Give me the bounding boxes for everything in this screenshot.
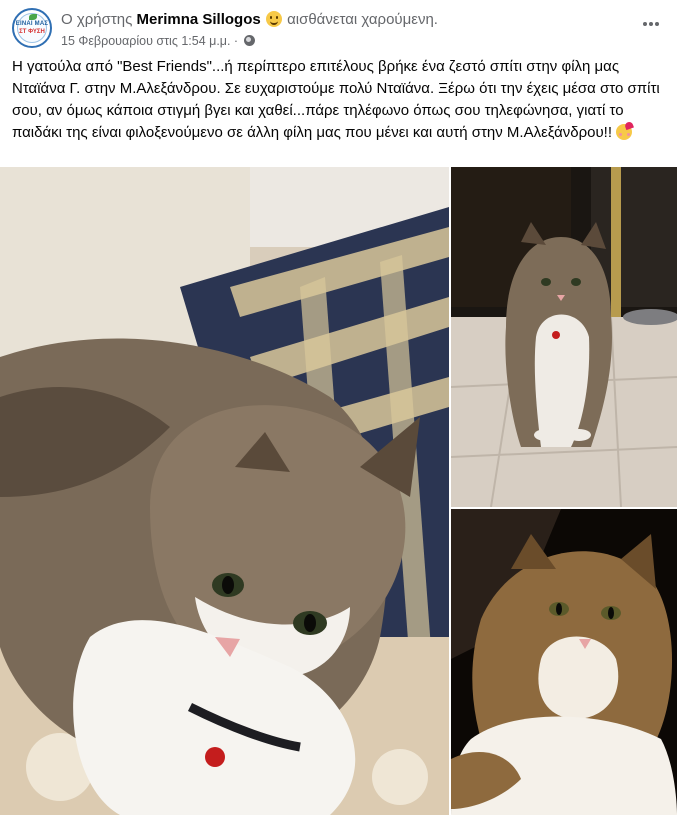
dot-icon — [655, 22, 659, 26]
facebook-post: ΕΙΝΑΙ ΜΑΣ ΣΤ ΦΥΣΗ Ο χρήστης Merimna Sill… — [0, 0, 677, 815]
post-meta: 15 Φεβρουαρίου στις 1:54 μ.μ. · — [61, 33, 255, 49]
more-options-button[interactable] — [637, 14, 665, 34]
avatar-logo-text-top: ΕΙΝΑΙ ΜΑΣ — [15, 21, 49, 27]
globe-icon[interactable] — [243, 35, 255, 46]
cat-photo-large — [0, 167, 449, 815]
photo-cat-standing[interactable] — [451, 167, 677, 507]
smiling-face-with-hearts-icon — [616, 124, 633, 140]
photo-grid — [0, 167, 677, 815]
avatar-logo-text-bottom: ΣΤ ΦΥΣΗ — [19, 29, 45, 35]
photo-cat-lying-on-cushion[interactable] — [0, 167, 449, 815]
post-header-line: Ο χρήστης Merimna Sillogos αισθάνεται χα… — [61, 10, 438, 30]
page-avatar[interactable]: ΕΙΝΑΙ ΜΑΣ ΣΤ ΦΥΣΗ — [12, 8, 52, 48]
smiling-face-icon — [265, 11, 282, 27]
cat-photo-closeup — [451, 509, 677, 815]
dot-icon — [649, 22, 653, 26]
post-timestamp-link[interactable]: 15 Φεβρουαρίου στις 1:54 μ.μ. · — [61, 34, 238, 48]
feeling-text: αισθάνεται χαρούμενη. — [287, 11, 438, 28]
cat-photo-standing — [451, 167, 677, 507]
post-message: Η γατούλα από "Best Friends"...ή περίπτε… — [12, 58, 660, 141]
author-prefix: Ο χρήστης — [61, 11, 133, 28]
post-text: Η γατούλα από "Best Friends"...ή περίπτε… — [12, 56, 669, 144]
photo-cat-closeup[interactable] — [451, 509, 677, 815]
leaf-icon — [29, 14, 37, 20]
author-name-link[interactable]: Merimna Sillogos — [137, 11, 261, 28]
post-header: ΕΙΝΑΙ ΜΑΣ ΣΤ ΦΥΣΗ Ο χρήστης Merimna Sill… — [12, 8, 665, 52]
dot-icon — [643, 22, 647, 26]
